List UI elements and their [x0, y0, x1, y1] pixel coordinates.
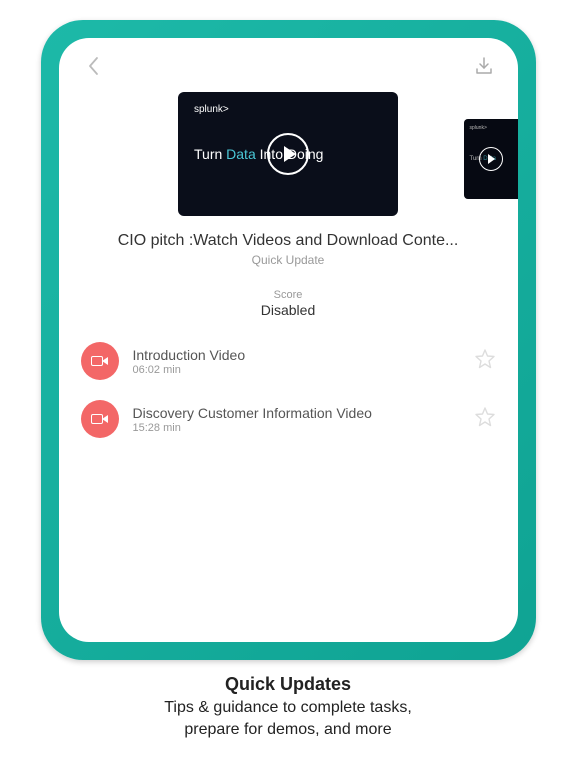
play-icon[interactable] [267, 133, 309, 175]
video-icon [81, 400, 119, 438]
play-icon[interactable] [479, 147, 503, 171]
top-bar [59, 38, 518, 86]
item-duration: 15:28 min [133, 422, 460, 434]
next-video-card[interactable]: splunk> Turn Data [464, 119, 518, 199]
content-title: CIO pitch :Watch Videos and Download Con… [59, 232, 518, 250]
splunk-logo: splunk> [470, 125, 487, 131]
item-title: Introduction Video [133, 347, 460, 363]
favorite-icon[interactable] [474, 348, 496, 375]
marketing-caption: Quick Updates Tips & guidance to complet… [164, 674, 412, 740]
score-value: Disabled [59, 302, 518, 318]
hero-video-card[interactable]: splunk> Turn Data Into Doing [178, 92, 398, 216]
list-item[interactable]: Discovery Customer Information Video 15:… [59, 390, 518, 448]
splunk-logo: splunk> [194, 104, 229, 115]
content-subtitle: Quick Update [59, 253, 518, 267]
item-text: Discovery Customer Information Video 15:… [133, 405, 460, 434]
app-screen: splunk> Turn Data Into Doing splunk> Tur… [59, 38, 518, 642]
back-icon[interactable] [81, 54, 105, 78]
item-text: Introduction Video 06:02 min [133, 347, 460, 376]
item-title: Discovery Customer Information Video [133, 405, 460, 421]
device-frame: splunk> Turn Data Into Doing splunk> Tur… [41, 20, 536, 660]
hero-carousel: splunk> Turn Data Into Doing splunk> Tur… [59, 86, 518, 232]
download-icon[interactable] [472, 54, 496, 78]
list-item[interactable]: Introduction Video 06:02 min [59, 332, 518, 390]
score-label: Score [59, 289, 518, 301]
favorite-icon[interactable] [474, 406, 496, 433]
video-icon [81, 342, 119, 380]
caption-text: Tips & guidance to complete tasks, prepa… [164, 697, 412, 740]
item-duration: 06:02 min [133, 364, 460, 376]
caption-title: Quick Updates [164, 674, 412, 695]
